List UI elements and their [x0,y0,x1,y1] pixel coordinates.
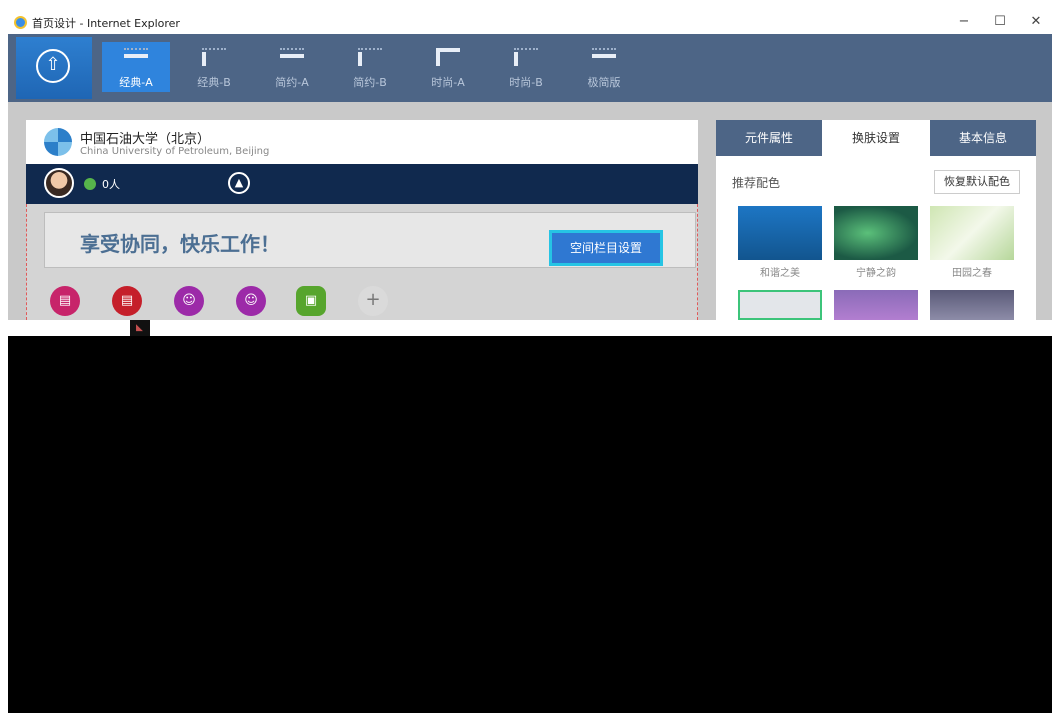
template-label: 时尚-A [431,76,465,89]
layout-icon [436,48,460,66]
university-logo-icon [44,128,72,156]
template-label: 经典-B [197,76,231,89]
layout-icon [280,48,304,66]
ie-logo-icon [14,16,27,29]
template-fashion-b[interactable]: 时尚-B [492,42,560,92]
swatch-label: 宁静之韵 [856,268,896,279]
template-fashion-a[interactable]: 时尚-A [414,42,482,92]
skin-swatch[interactable] [738,206,822,260]
layout-icon [124,48,148,66]
template-classic-b[interactable]: 经典-B [180,42,248,92]
template-label: 极简版 [587,76,621,89]
home-button[interactable]: ⇧ [16,37,92,99]
template-simple-a[interactable]: 简约-A [258,42,326,92]
home-icon: ⇧ [36,49,70,83]
swatch-label: 和谐之美 [760,268,800,279]
skin-swatch[interactable] [930,206,1014,260]
tab-basic-info[interactable]: 基本信息 [930,120,1036,156]
layout-icon [202,48,226,66]
window-title: 首页设计 - Internet Explorer [32,17,180,30]
online-status-icon [84,178,96,190]
template-simple-b[interactable]: 简约-B [336,42,404,92]
navigation-arrow-icon[interactable]: ▲ [228,172,250,194]
obscured-region [8,336,1052,713]
add-app-button[interactable]: + [358,286,388,316]
user-bar[interactable] [26,164,698,204]
swatch-label: 田园之春 [952,268,992,279]
template-toolbar: ⇧ 经典-A 经典-B 简约-A 简约-B 时尚-A 时尚-B 极简版 [8,34,1052,102]
template-classic-a[interactable]: 经典-A [102,42,170,92]
recommended-colors-label: 推荐配色 [732,176,781,190]
template-label: 简约-B [353,76,387,89]
layout-icon [514,48,538,66]
contact-icon[interactable]: ▣ [296,286,326,316]
users-icon[interactable]: ☺ [174,286,204,316]
skin-swatch[interactable] [834,290,918,320]
skin-swatch[interactable] [738,290,822,320]
template-minimal[interactable]: 极简版 [570,42,638,92]
tab-component-properties[interactable]: 元件属性 [716,120,822,156]
column-settings-button[interactable]: 空间栏目设置 [549,230,663,266]
online-count: 0人 [102,178,120,191]
layout-icon [358,48,382,66]
doc-icon[interactable]: ▤ [50,286,80,316]
template-label: 简约-A [275,76,309,89]
maximize-button[interactable]: ☐ [980,10,1020,34]
tab-skin-settings[interactable]: 换肤设置 [822,120,930,156]
skin-swatch[interactable] [930,290,1014,320]
template-label: 时尚-B [509,76,543,89]
users-icon[interactable]: ☺ [236,286,266,316]
layout-icon [592,48,616,66]
doc-icon[interactable]: ▤ [112,286,142,316]
template-label: 经典-A [119,76,153,89]
banner-text: 享受协同，快乐工作！ [80,232,280,256]
close-button[interactable]: ✕ [1016,10,1052,34]
university-name: 中国石油大学（北京） [80,132,211,147]
minimize-button[interactable]: − [944,10,984,34]
reset-colors-button[interactable]: 恢复默认配色 [934,170,1020,194]
university-name-en: China University of Petroleum, Beijing [80,146,270,157]
skin-swatch[interactable] [834,206,918,260]
avatar[interactable] [44,168,74,198]
